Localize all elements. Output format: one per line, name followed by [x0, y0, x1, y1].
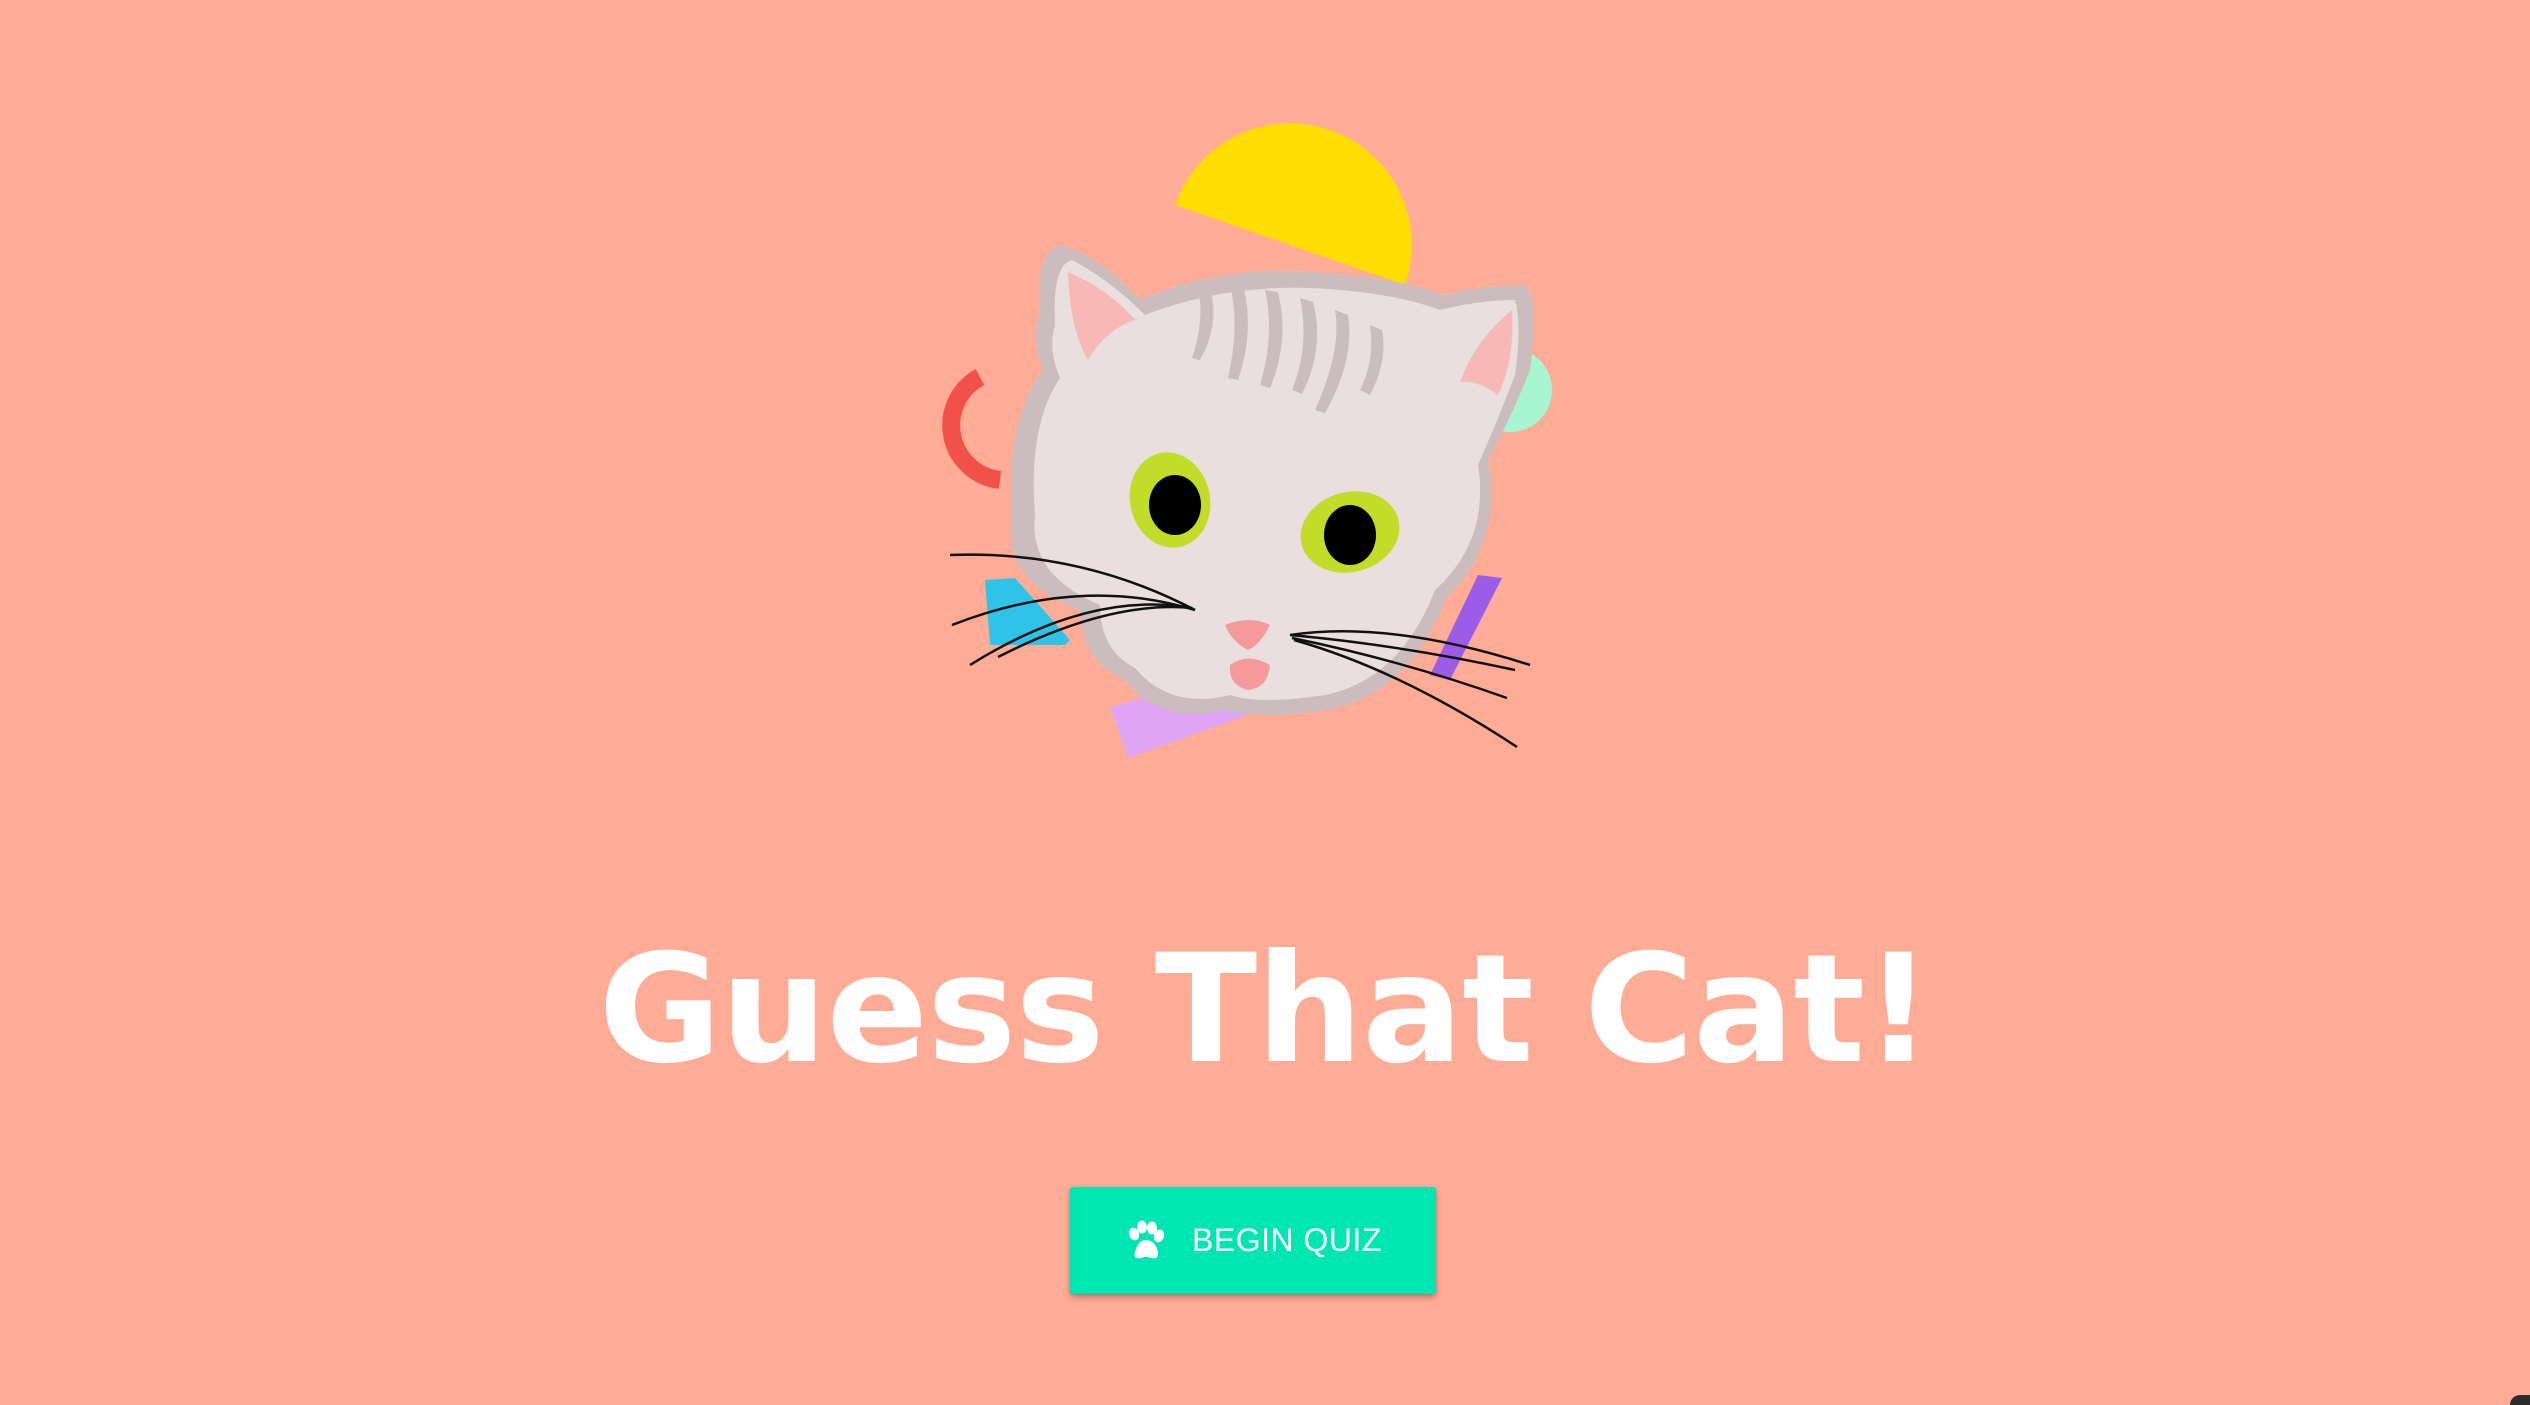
landing-screen: Guess That Cat! BEGIN QUIZ	[0, 0, 2530, 1405]
begin-quiz-button[interactable]: BEGIN QUIZ	[1070, 1187, 1436, 1294]
yellow-semicircle-shape	[1175, 123, 1412, 285]
hero-cat-illustration	[930, 120, 1570, 770]
begin-quiz-label: BEGIN QUIZ	[1192, 1222, 1382, 1258]
page-title: Guess That Cat!	[598, 923, 1932, 1097]
red-arc-shape	[942, 369, 1002, 489]
cat-face-image	[942, 123, 1552, 758]
right-pupil	[1324, 505, 1376, 565]
left-pupil	[1149, 475, 1201, 535]
paw-icon	[1128, 1220, 1165, 1258]
corner-indicator	[2510, 1395, 2530, 1405]
